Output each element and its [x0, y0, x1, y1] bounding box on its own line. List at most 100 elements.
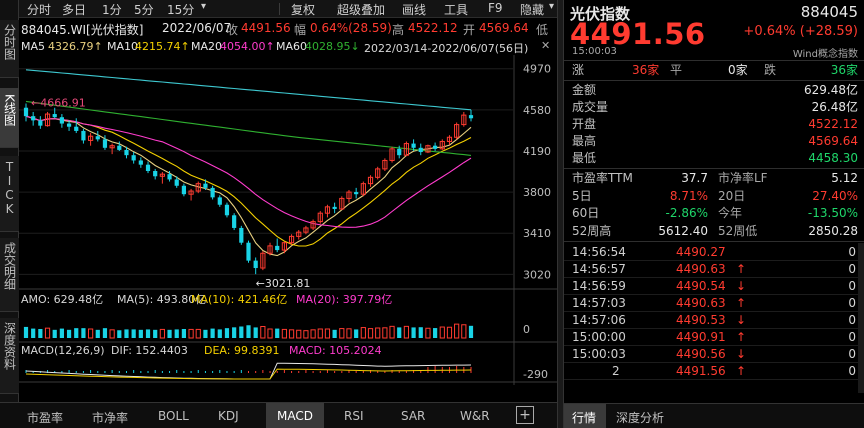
- macd-value: MACD: 105.2024: [289, 344, 382, 357]
- volume-bar: [145, 329, 151, 338]
- y-tick-label: 3020: [523, 268, 551, 281]
- amo-ma10: MA(10): 421.46亿: [191, 293, 287, 306]
- tick-scrollbar[interactable]: [858, 243, 864, 393]
- tab-sar[interactable]: SAR: [401, 409, 425, 423]
- adjust-button[interactable]: 复权: [291, 1, 315, 18]
- ma10-label: MA10: [107, 40, 139, 53]
- tab-rsi[interactable]: RSI: [344, 409, 364, 423]
- kline-chart[interactable]: 4970 4580 4190 3800 3410 3020 ←4666.91 ←3021.8…: [19, 55, 557, 385]
- volume-bar: [52, 329, 57, 338]
- candle-body: [397, 148, 402, 156]
- tick-time: 2: [612, 364, 620, 378]
- stat-label: 5日: [572, 188, 592, 203]
- tick-row: 15:00:03 4490.56 ↓ 0: [564, 346, 864, 362]
- hide-button[interactable]: 隐藏: [520, 1, 544, 18]
- y-tick-label: 3410: [523, 227, 551, 240]
- overlay-button[interactable]: 超级叠加: [337, 1, 385, 18]
- separator: [564, 241, 864, 242]
- tab-deal-detail[interactable]: 成交明细: [0, 238, 19, 312]
- period-15min[interactable]: 15分: [167, 1, 194, 18]
- macd-dif: DIF: 152.4403: [111, 344, 188, 357]
- f9-button[interactable]: F9: [488, 1, 503, 15]
- candle-body: [167, 174, 172, 180]
- period-1min[interactable]: 1分: [102, 1, 122, 18]
- low-annotation: ←3021.81: [256, 277, 311, 290]
- candle-body: [411, 143, 416, 148]
- tick-time: 14:56:57: [572, 262, 626, 276]
- tick-time: 14:56:59: [572, 279, 626, 293]
- tab-macd[interactable]: MACD: [266, 403, 324, 428]
- stat-value: -13.50%: [807, 206, 858, 220]
- down-label: 跌: [764, 63, 777, 77]
- tick-arrow-icon: ↑: [736, 296, 747, 310]
- more-chevron-icon[interactable]: ▾: [549, 1, 554, 12]
- quote-row-label: 成交量: [572, 100, 609, 114]
- volume-bar: [232, 327, 237, 338]
- tick-volume: 0: [848, 279, 856, 293]
- volume-bar: [253, 327, 258, 338]
- quote-time: 15:00:03: [572, 46, 617, 57]
- quote-row-value: 4458.30: [808, 151, 858, 165]
- tab-pb[interactable]: 市净率: [92, 409, 128, 426]
- tick-volume: 0: [848, 296, 856, 310]
- period-multiday[interactable]: 多日: [62, 1, 86, 18]
- volume-bar: [124, 329, 129, 338]
- period-5min[interactable]: 5分: [134, 1, 154, 18]
- tab-depth-analysis[interactable]: 深度分析: [616, 409, 664, 426]
- tick-time: 15:00:03: [572, 347, 626, 361]
- high-annotation: ←4666.91: [31, 97, 86, 110]
- up-label: 涨: [572, 63, 585, 77]
- quote-row: 开盘 4522.12: [572, 116, 858, 133]
- volume-bar: [203, 329, 208, 338]
- draw-line-button[interactable]: 画线: [402, 1, 426, 18]
- quote-panel: 光伏指数 884045 4491.56 +0.64% (+28.59) 15:0…: [564, 0, 864, 428]
- flat-label: 平: [670, 63, 683, 77]
- volume-bar: [167, 329, 172, 338]
- volume-bar: [397, 327, 402, 338]
- tick-price: 4491.56: [676, 364, 726, 378]
- tick-volume: 0: [848, 347, 856, 361]
- tab-tick[interactable]: TICK: [0, 156, 19, 232]
- tools-button[interactable]: 工具: [444, 1, 468, 18]
- quote-row-value: 4569.64: [808, 134, 858, 148]
- ma-legend: MA5 4326.79↑ MA10 4215.74↑ MA20 4054.00↑…: [19, 38, 557, 55]
- close-icon[interactable]: ✕: [541, 39, 550, 52]
- tick-price: 4490.91: [676, 330, 726, 344]
- tab-kline[interactable]: K线图: [0, 88, 19, 148]
- volume-bar: [418, 327, 423, 338]
- tick-time: 15:00:00: [572, 330, 626, 344]
- chart-toolbar: 分时 多日 1分 5分 15分 ▾ 复权 超级叠加 画线 工具 F9 隐藏 ▾: [19, 0, 557, 18]
- tab-kdj[interactable]: KDJ: [218, 409, 239, 423]
- candle-body: [224, 204, 230, 216]
- tick-arrow-icon: ↓: [736, 347, 747, 361]
- candle-body: [232, 215, 237, 228]
- tab-boll[interactable]: BOLL: [158, 409, 189, 423]
- tick-time: 14:57:06: [572, 313, 626, 327]
- add-indicator-icon[interactable]: +: [516, 406, 534, 424]
- tab-depth-info[interactable]: 深度资料: [0, 318, 19, 394]
- volume-bar: [354, 329, 359, 338]
- change-value: 0.64%(28.59): [310, 21, 392, 35]
- tab-timeshare[interactable]: 分时图: [0, 20, 19, 78]
- pane-divider[interactable]: [557, 0, 564, 428]
- tab-pe[interactable]: 市盈率: [27, 409, 63, 426]
- tab-quote[interactable]: 行情: [564, 404, 606, 428]
- period-timeshare[interactable]: 分时: [27, 1, 51, 18]
- volume-bar: [174, 329, 179, 338]
- candle-body: [468, 115, 474, 119]
- tick-time: 14:56:54: [572, 245, 626, 259]
- stat-label: 20日: [718, 188, 746, 203]
- volume-bar: [181, 329, 187, 338]
- candle-body: [131, 155, 136, 161]
- chevron-down-icon[interactable]: ▾: [201, 1, 206, 12]
- quote-row: 金额 629.48亿: [572, 82, 858, 99]
- tab-wr[interactable]: W&R: [460, 409, 490, 423]
- flat-count: 0家: [728, 63, 748, 77]
- candle-body: [95, 136, 100, 140]
- low-label: 低: [536, 23, 549, 37]
- volume-bar: [74, 328, 79, 338]
- candle-body: [210, 187, 215, 198]
- quote-row-label: 最低: [572, 151, 597, 165]
- stat-value: 5.12: [831, 171, 858, 185]
- candle-body: [332, 206, 337, 209]
